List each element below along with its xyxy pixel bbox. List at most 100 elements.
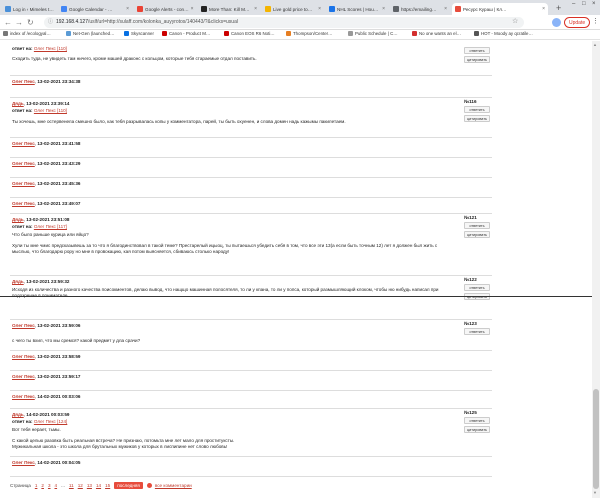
page-link[interactable]: 15 bbox=[105, 483, 110, 488]
bookmark-label: Public Schedule | C… bbox=[355, 31, 398, 36]
tab-1[interactable]: Google Calendar - … × bbox=[58, 3, 132, 15]
comment-author[interactable]: Олег Пекс bbox=[12, 460, 35, 465]
bookmark-item[interactable]: Public Schedule | C… bbox=[348, 31, 398, 36]
tab-6[interactable]: https://emailing… × bbox=[390, 3, 450, 15]
reply-link[interactable]: Олег Пекс [117] bbox=[34, 224, 67, 229]
page-link[interactable]: 1 bbox=[35, 483, 38, 488]
tab-2[interactable]: Google Alerts - con… × bbox=[134, 3, 196, 15]
avatar[interactable] bbox=[552, 18, 561, 27]
quote-button[interactable]: цитировать bbox=[464, 426, 490, 433]
reply-link[interactable]: Олег Пекс [124] bbox=[34, 419, 67, 424]
all-comments-link[interactable]: все комментарии bbox=[155, 483, 192, 488]
url-input[interactable]: ⓘ 192.168.4.127/uslf/url=http://sulaff.co… bbox=[44, 17, 524, 28]
comment-author[interactable]: Олег Пекс bbox=[12, 79, 35, 84]
update-button[interactable]: Update bbox=[564, 17, 591, 28]
reply-button[interactable]: ответить bbox=[464, 47, 490, 54]
comment-body: с чего ты вхил, что мы сремся? какой пре… bbox=[12, 338, 141, 343]
tab-0[interactable]: Log in ‹ Mimeles t…× bbox=[2, 3, 56, 15]
bookmark-star-icon[interactable]: ☆ bbox=[512, 17, 518, 25]
bookmark-item[interactable]: No one wants an el… bbox=[412, 31, 461, 36]
new-tab-icon[interactable]: + bbox=[556, 3, 561, 13]
back-icon[interactable]: ← bbox=[4, 18, 12, 27]
reply-label: ответ на: bbox=[12, 224, 33, 229]
comment-item: Олег Пекс, 14-02-2021 00:03:06 bbox=[10, 390, 492, 408]
comment-author[interactable]: Олег Пекс bbox=[12, 374, 35, 379]
reply-link[interactable]: Олег Пекс [110] bbox=[34, 108, 67, 113]
comment-author[interactable]: Дядь bbox=[12, 217, 24, 222]
quote-button[interactable]: цитировать bbox=[464, 231, 490, 238]
reply-ref: ответ на: Олег Пекс [110] bbox=[12, 108, 67, 113]
comment-author[interactable]: Олег Пекс bbox=[12, 394, 35, 399]
page-link[interactable]: 13 bbox=[87, 483, 92, 488]
reply-label: ответ на: bbox=[12, 46, 33, 51]
comment-author[interactable]: Олег Пекс bbox=[12, 181, 35, 186]
scrollbar-thumb[interactable] bbox=[593, 389, 599, 489]
comment-item: Олег Пекс, 14-02-2021 00:04:05 bbox=[10, 456, 492, 476]
scrollbar[interactable]: ▲ ▼ bbox=[592, 41, 600, 498]
comment-number: №122 bbox=[464, 277, 477, 282]
minimize-icon[interactable]: – bbox=[572, 1, 575, 7]
bookmark-label: Net-Gen (launched… bbox=[73, 31, 115, 36]
bookmark-item[interactable]: Net-Gen (launched… bbox=[66, 31, 115, 36]
close-icon[interactable]: × bbox=[189, 6, 194, 12]
kebab-menu-icon[interactable]: ⋮ bbox=[592, 17, 599, 25]
bookmark-item[interactable]: Canon - Product M… bbox=[162, 31, 210, 36]
comment-author[interactable]: Олег Пекс bbox=[12, 161, 35, 166]
comment-author[interactable]: Дядь bbox=[12, 101, 24, 106]
url-path: /uslf/url=http://sulaff.com/kolonka_auyy… bbox=[87, 19, 238, 25]
comment-meta: Дядь, 14-02-2021 00:03:59 bbox=[12, 412, 70, 417]
page-link[interactable]: 4 bbox=[55, 483, 58, 488]
page-link[interactable]: 14 bbox=[96, 483, 101, 488]
page-link[interactable]: 2 bbox=[41, 483, 44, 488]
close-icon[interactable]: × bbox=[540, 6, 545, 12]
page-link[interactable]: 3 bbox=[48, 483, 51, 488]
quote-button[interactable]: цитировать bbox=[464, 56, 490, 63]
comment-author[interactable]: Дядь bbox=[12, 279, 24, 284]
folder-icon bbox=[3, 31, 8, 36]
tab-7-active[interactable]: Ресурс Кураш | Кл… × bbox=[452, 3, 548, 15]
bookmark-item[interactable]: Canon EOS R6 Noti… bbox=[224, 31, 275, 36]
tab-favicon bbox=[265, 6, 271, 12]
pagination-label: Страница bbox=[10, 483, 31, 488]
reply-button[interactable]: ответить bbox=[464, 222, 490, 229]
comment-author[interactable]: Дядь bbox=[12, 412, 24, 417]
reply-button[interactable]: ответить bbox=[464, 106, 490, 113]
close-window-icon[interactable]: × bbox=[592, 1, 596, 7]
tab-3[interactable]: More Than: Kill M… × bbox=[198, 3, 260, 15]
comment-date: 14-02-2021 00:04:05 bbox=[37, 460, 81, 465]
reply-button[interactable]: ответить bbox=[464, 328, 490, 335]
scroll-up-icon[interactable]: ▲ bbox=[593, 42, 597, 47]
reply-button[interactable]: ответить bbox=[464, 284, 490, 291]
reply-link[interactable]: Олег Пекс [110] bbox=[34, 46, 67, 51]
bookmark-item[interactable]: Skyscanner bbox=[124, 31, 154, 36]
reply-button[interactable]: ответить bbox=[464, 417, 490, 424]
bookmark-item[interactable]: Thompson/Center… bbox=[286, 31, 333, 36]
comment-date: 13-02-2021 23:58:59 bbox=[37, 354, 81, 359]
close-icon[interactable]: × bbox=[252, 6, 257, 12]
bookmark-item[interactable]: HOT - Moody ay qcratile… bbox=[474, 31, 533, 36]
comment-author[interactable]: Олег Пекс bbox=[12, 354, 35, 359]
forward-icon[interactable]: → bbox=[15, 18, 23, 27]
close-icon[interactable]: × bbox=[54, 6, 57, 12]
bookmark-icon bbox=[412, 31, 417, 36]
close-icon[interactable]: × bbox=[442, 6, 447, 12]
comment-author[interactable]: Олег Пекс bbox=[12, 323, 35, 328]
bookmark-item[interactable]: index of /ecologyal… bbox=[3, 31, 51, 36]
comment-meta: Олег Пекс, 13-02-2021 23:41:58 bbox=[12, 141, 81, 146]
maximize-icon[interactable]: □ bbox=[582, 1, 586, 7]
close-icon[interactable]: × bbox=[380, 6, 385, 12]
comment-body: Ты хочешь, мне остервенела смешно было, … bbox=[12, 119, 346, 124]
close-icon[interactable]: × bbox=[124, 6, 129, 12]
tab-4[interactable]: Live gold price to… × bbox=[262, 3, 324, 15]
scroll-down-icon[interactable]: ▼ bbox=[593, 490, 597, 495]
comment-item: Олег Пекс, 13-02-2021 23:41:58 bbox=[10, 137, 492, 157]
close-icon[interactable]: × bbox=[316, 6, 321, 12]
comment-author[interactable]: Олег Пекс bbox=[12, 141, 35, 146]
comment-date: 13-02-2021 23:59:32 bbox=[26, 279, 70, 284]
page-link[interactable]: 11 bbox=[69, 483, 74, 488]
tab-5[interactable]: NHL Scores | Hou… × bbox=[326, 3, 388, 15]
reload-icon[interactable]: ↻ bbox=[27, 18, 34, 27]
page-link[interactable]: 12 bbox=[78, 483, 83, 488]
comment-author[interactable]: Олег Пекс bbox=[12, 201, 35, 206]
quote-button[interactable]: цитировать bbox=[464, 115, 490, 122]
